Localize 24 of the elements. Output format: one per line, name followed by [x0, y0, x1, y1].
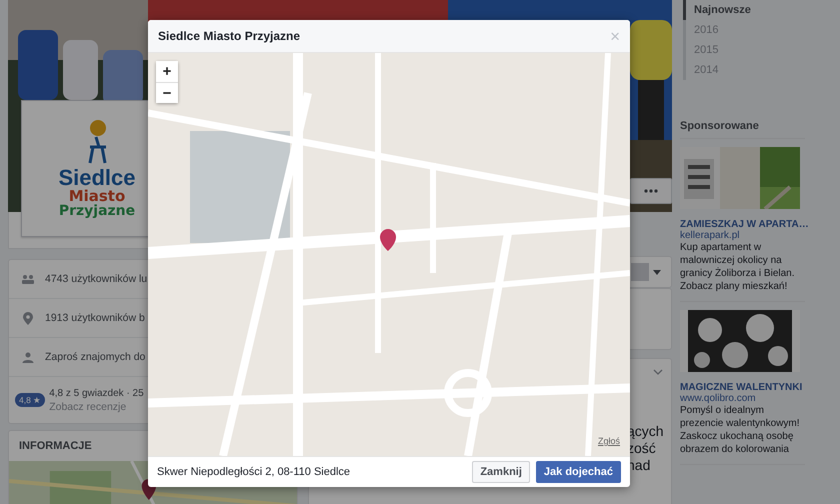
ad-domain-link[interactable]: www.qolibro.com [680, 393, 805, 404]
person-icon [21, 352, 35, 362]
section-heading: INFORMACJE [18, 439, 93, 454]
rating-badge: 4,8 ★ [15, 393, 46, 407]
location-pin-icon [21, 312, 35, 324]
chevron-down-icon[interactable] [653, 369, 663, 375]
ad-domain-link[interactable]: kellerapark.pl [680, 230, 805, 241]
ad-title-link[interactable]: MAGICZNE WALENTYNKI [680, 382, 805, 393]
section-heading: Sponsorowane [680, 120, 805, 139]
timeline-item[interactable]: Najnowsze [683, 0, 805, 20]
info-text: Zaproś znajomych do [45, 351, 146, 363]
ad-description: Kup apartament w malowniczej okolicy na granicy Żoliborza i Bielan. Zobacz plany mieszkań! [680, 241, 796, 293]
reviews-link[interactable]: Zobacz recenzje [49, 400, 144, 412]
people-icon [21, 274, 35, 284]
report-link[interactable]: Zgłoś [598, 436, 620, 446]
avatar-icon [631, 263, 649, 281]
info-text: 4743 użytkowników lu [45, 273, 148, 285]
close-dialog-button[interactable]: Zamknij [472, 461, 530, 483]
rating-text: 4,8 z 5 gwiazdek · 25 [49, 388, 144, 398]
caret-icon[interactable] [653, 270, 661, 274]
info-text: 1913 użytkowników b [45, 312, 145, 324]
ad-description: Pomyśl o idealnym prezencie walentynkowym! Zaskocz ukochaną osobę obrazem do kolorowania [680, 404, 800, 456]
directions-button[interactable]: Jak dojechać [536, 461, 621, 483]
address-text: Skwer Niepodległości 2, 08-110 Siedlce [157, 466, 350, 478]
